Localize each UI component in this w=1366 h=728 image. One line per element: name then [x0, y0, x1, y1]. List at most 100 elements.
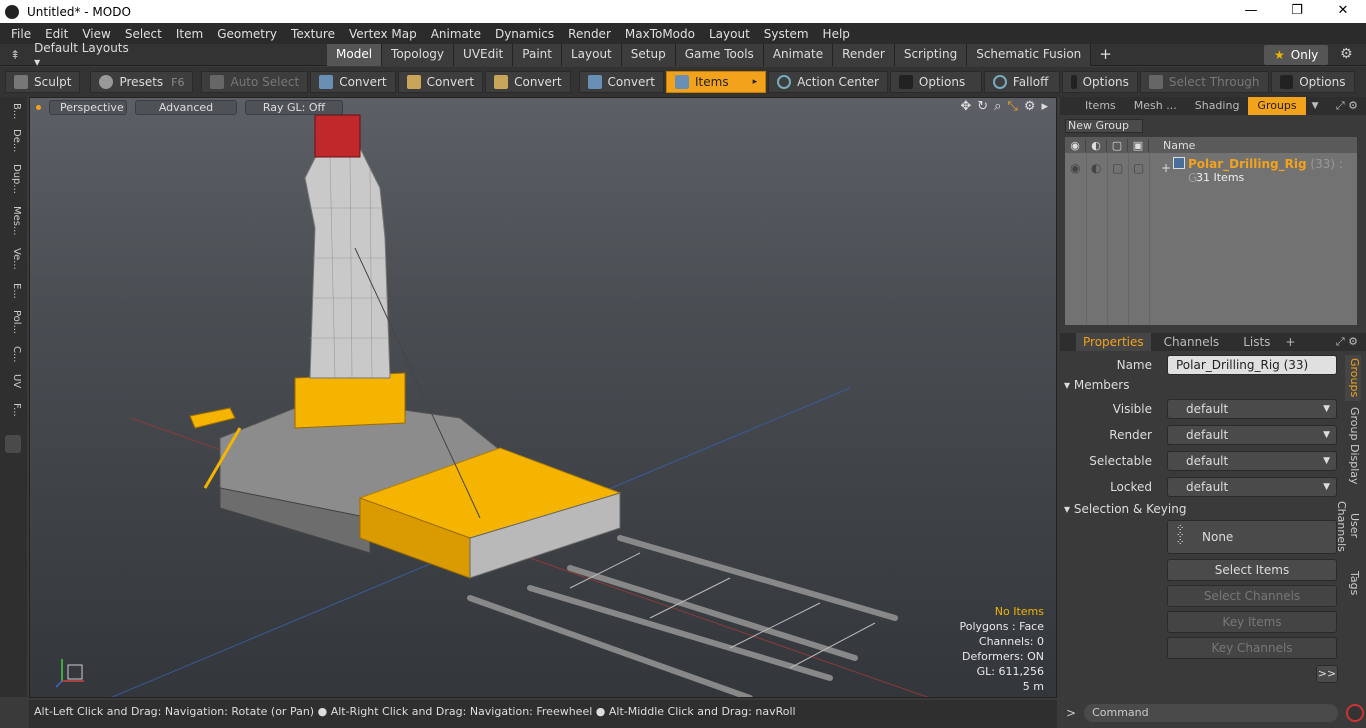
layouts-dropdown[interactable]: ⇞ Default Layouts ▾ — [0, 41, 135, 69]
select-through-button[interactable]: Select Through — [1139, 71, 1269, 93]
more-button[interactable]: >> — [1316, 665, 1338, 683]
sculpt-button[interactable]: Sculpt — [5, 71, 81, 93]
tab-channels[interactable]: Channels — [1157, 333, 1227, 351]
lock-icon[interactable]: ▢ — [1107, 138, 1128, 152]
tabs-dropdown-icon[interactable]: ▼ — [1312, 101, 1319, 111]
viewport-menu-dot[interactable] — [36, 104, 41, 110]
convert-button-1[interactable]: Convert — [310, 71, 396, 93]
key-channels-button[interactable]: Key Channels — [1167, 637, 1337, 659]
key-items-button[interactable]: Key Items — [1167, 611, 1337, 633]
expand-panel-icon[interactable]: ⤢ ⚙ — [1336, 99, 1358, 113]
visibility-eye-icon[interactable]: ◉ — [1065, 138, 1086, 152]
menu-edit[interactable]: Edit — [38, 27, 75, 41]
gear-icon[interactable]: ⚙ — [1340, 46, 1353, 62]
expand-plus-icon[interactable]: + — [1161, 161, 1171, 175]
tab-curve[interactable]: C... — [4, 343, 22, 365]
raygl-toggle[interactable]: Ray GL: Off — [245, 99, 343, 115]
row-render-icon[interactable]: ◐ — [1091, 161, 1101, 175]
tab-uv[interactable]: UV — [4, 371, 22, 391]
tab-lists[interactable]: Lists — [1236, 333, 1277, 351]
row-select-icon[interactable]: ▢ — [1133, 161, 1144, 175]
tab-animate[interactable]: Animate — [763, 44, 834, 66]
menu-system[interactable]: System — [757, 27, 816, 41]
3d-viewport[interactable]: Perspective Advanced Ray GL: Off ✥ ↻ ⌕ ⤡… — [29, 97, 1057, 698]
menu-dynamics[interactable]: Dynamics — [488, 27, 561, 41]
select-icon[interactable]: ▣ — [1128, 138, 1149, 152]
tab-groups[interactable]: Groups — [1248, 97, 1306, 115]
tab-mesh[interactable]: Mesh ... — [1125, 97, 1186, 115]
tab-game-tools[interactable]: Game Tools — [675, 44, 764, 66]
row-eye-icon[interactable]: ◉ — [1070, 161, 1080, 175]
tab-items[interactable]: Items — [1076, 97, 1125, 115]
items-button[interactable]: Items ▸ — [666, 71, 767, 93]
tab-mesh-edit[interactable]: Mes... — [4, 203, 22, 239]
name-column-header[interactable]: Name — [1163, 139, 1195, 152]
convert-button-3[interactable]: Convert — [485, 71, 571, 93]
menu-help[interactable]: Help — [816, 27, 857, 41]
menu-texture[interactable]: Texture — [284, 27, 342, 41]
command-input[interactable]: Command — [1084, 704, 1339, 722]
tab-model[interactable]: Model — [327, 44, 383, 66]
selection-keying-section[interactable]: ▾ Selection & Keying — [1064, 502, 1336, 518]
tab-topology[interactable]: Topology — [382, 44, 455, 66]
expand-arrow-icon[interactable]: ▸ — [1041, 99, 1048, 114]
left-strip-toggle[interactable] — [5, 435, 21, 453]
tab-basic[interactable]: B... — [4, 101, 22, 121]
visible-select[interactable]: default ▼ — [1167, 399, 1337, 419]
vtab-user-channels[interactable]: User Channels — [1335, 489, 1361, 563]
menu-view[interactable]: View — [75, 27, 117, 41]
menu-animate[interactable]: Animate — [424, 27, 488, 41]
close-button[interactable]: ✕ — [1320, 0, 1366, 23]
menu-file[interactable]: File — [4, 27, 38, 41]
options-button-3[interactable]: Options — [1270, 71, 1355, 93]
tab-duplicate[interactable]: Dup... — [4, 161, 22, 197]
perspective-dropdown[interactable]: Perspective — [49, 99, 127, 115]
zoom-icon[interactable]: ⌕ — [994, 99, 1001, 114]
maximize-button[interactable]: ❐ — [1274, 0, 1320, 23]
presets-button[interactable]: Presets F6 — [90, 71, 194, 93]
selectable-select[interactable]: default ▼ — [1167, 451, 1337, 471]
menu-select[interactable]: Select — [118, 27, 169, 41]
select-items-button[interactable]: Select Items — [1167, 559, 1337, 581]
menu-vertex-map[interactable]: Vertex Map — [342, 27, 424, 41]
tab-vertex[interactable]: Ve... — [4, 245, 22, 273]
vtab-group-display[interactable]: Group Display — [1345, 407, 1361, 485]
tab-scripting[interactable]: Scripting — [894, 44, 968, 66]
group-row[interactable]: ◉ ◐ ▢ ▢ + Polar_Drilling_Rig (33) : G...… — [1065, 157, 1357, 187]
group-name-field[interactable]: Polar_Drilling_Rig (33) — [1167, 355, 1337, 375]
only-toggle[interactable]: ★ Only — [1264, 45, 1328, 65]
tab-properties[interactable]: Properties — [1076, 333, 1151, 351]
tab-setup[interactable]: Setup — [621, 44, 676, 66]
tab-polygon[interactable]: Pol... — [4, 307, 22, 337]
tab-deform[interactable]: De... — [4, 127, 22, 155]
options-button-2[interactable]: Options — [1061, 71, 1138, 93]
tab-layout[interactable]: Layout — [561, 44, 622, 66]
tab-shading[interactable]: Shading — [1186, 97, 1249, 115]
add-tab-plus-icon[interactable]: + — [1285, 335, 1295, 349]
auto-select-button[interactable]: Auto Select — [201, 71, 309, 93]
command-history-icon[interactable] — [1346, 704, 1365, 722]
locked-select[interactable]: default ▼ — [1167, 477, 1337, 497]
viewport-gear-icon[interactable]: ⚙ — [1024, 99, 1036, 114]
members-section[interactable]: ▾ Members — [1064, 378, 1336, 394]
add-tab-icon[interactable]: + — [1091, 44, 1120, 66]
none-selection-button[interactable]: ⁘ ⁘ ⁘ None — [1167, 520, 1337, 554]
tab-edge[interactable]: E... — [4, 279, 22, 303]
collapse-arrow-icon[interactable]: ⇞ — [10, 48, 20, 62]
shading-dropdown[interactable]: Advanced — [135, 99, 237, 115]
action-center-button[interactable]: Action Center — [768, 71, 888, 93]
menu-geometry[interactable]: Geometry — [210, 27, 284, 41]
convert-button-4[interactable]: Convert — [578, 71, 664, 93]
options-button-1[interactable]: Options — [889, 71, 982, 93]
menu-maxtomodo[interactable]: MaxToModo — [618, 27, 702, 41]
tab-uvedit[interactable]: UVEdit — [454, 44, 514, 66]
minimize-button[interactable]: — — [1228, 0, 1274, 23]
falloff-button[interactable]: Falloff — [983, 71, 1060, 93]
menu-render[interactable]: Render — [561, 27, 618, 41]
render-select[interactable]: default ▼ — [1167, 425, 1337, 445]
menu-layout[interactable]: Layout — [702, 27, 757, 41]
row-lock-icon[interactable]: ▢ — [1112, 161, 1123, 175]
vtab-tags[interactable]: Tags — [1345, 567, 1361, 599]
fit-icon[interactable]: ⤡ — [1007, 99, 1017, 114]
menu-item[interactable]: Item — [169, 27, 210, 41]
